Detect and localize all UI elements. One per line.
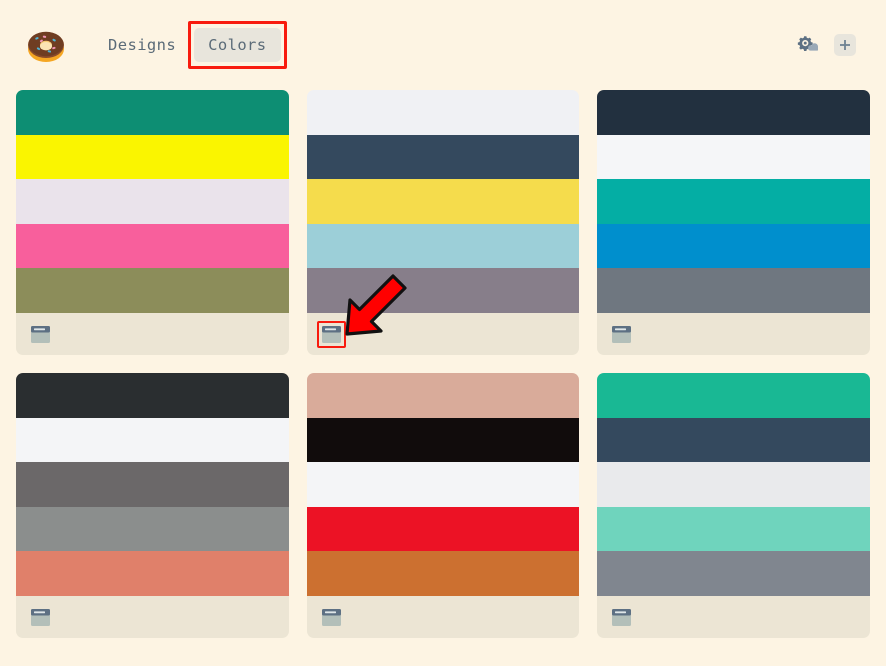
color-swatch[interactable]: [16, 179, 289, 224]
color-swatch[interactable]: [306, 179, 580, 224]
color-swatch[interactable]: [306, 373, 580, 418]
color-swatch[interactable]: [16, 373, 289, 418]
color-swatch[interactable]: [597, 506, 870, 552]
color-swatch[interactable]: [597, 417, 870, 463]
color-swatch[interactable]: [16, 90, 289, 135]
donut-icon: [24, 24, 68, 66]
palette-card-footer: [306, 313, 580, 355]
color-swatch[interactable]: [16, 506, 289, 552]
add-button[interactable]: [834, 34, 856, 56]
palette-swatches: [597, 90, 870, 313]
window-icon-wrapper: [28, 606, 53, 629]
tab-designs[interactable]: Designs: [94, 28, 190, 62]
color-swatch[interactable]: [306, 417, 580, 463]
tab-colors[interactable]: Colors: [194, 28, 281, 62]
color-swatch[interactable]: [16, 417, 289, 463]
color-swatch[interactable]: [597, 134, 870, 180]
color-swatch[interactable]: [597, 179, 870, 224]
window-icon[interactable]: [612, 608, 632, 626]
window-icon[interactable]: [31, 325, 50, 343]
settings-cloud-icon[interactable]: [796, 34, 818, 56]
nav-tabs: Designs Colors: [94, 21, 287, 69]
color-swatch[interactable]: [597, 373, 870, 418]
color-swatch[interactable]: [16, 268, 289, 313]
color-swatch[interactable]: [597, 551, 870, 596]
window-icon[interactable]: [321, 325, 341, 343]
palette-card[interactable]: [597, 373, 870, 638]
color-swatch[interactable]: [597, 223, 870, 269]
window-icon[interactable]: [31, 608, 50, 626]
color-swatch[interactable]: [16, 551, 289, 596]
palette-swatches: [306, 90, 580, 313]
window-icon-wrapper: [28, 323, 53, 346]
palette-card[interactable]: [16, 373, 289, 638]
color-swatch[interactable]: [306, 268, 580, 313]
palette-swatches: [16, 90, 289, 313]
palette-swatches: [16, 373, 289, 596]
palette-card-footer: [16, 313, 289, 355]
color-swatch[interactable]: [597, 462, 870, 507]
header-actions: [796, 34, 856, 56]
color-swatch[interactable]: [16, 462, 289, 507]
color-swatch[interactable]: [16, 134, 289, 180]
window-icon-wrapper: [609, 606, 634, 629]
palette-card[interactable]: [597, 90, 870, 355]
palette-card[interactable]: [306, 373, 580, 638]
top-navigation-bar: Designs Colors: [0, 0, 886, 90]
color-swatch[interactable]: [306, 90, 580, 135]
color-swatch[interactable]: [306, 506, 580, 552]
color-swatch[interactable]: [306, 223, 580, 269]
colors-tab-highlight: Colors: [188, 21, 287, 69]
color-swatch[interactable]: [306, 462, 580, 507]
palette-swatches: [597, 373, 870, 596]
color-swatch[interactable]: [306, 551, 580, 596]
window-icon[interactable]: [612, 325, 632, 343]
window-icon-wrapper-highlighted: [316, 320, 346, 348]
palette-card-footer: [597, 313, 870, 355]
window-icon[interactable]: [321, 608, 341, 626]
palette-card[interactable]: [16, 90, 289, 355]
color-swatch[interactable]: [597, 90, 870, 135]
color-swatch[interactable]: [597, 268, 870, 313]
palette-card-footer: [597, 596, 870, 638]
palette-grid: [0, 90, 886, 638]
window-icon-wrapper: [319, 606, 344, 629]
color-swatch[interactable]: [16, 223, 289, 269]
palette-card-footer: [16, 596, 289, 638]
color-swatch[interactable]: [306, 134, 580, 180]
palette-card[interactable]: [306, 90, 580, 355]
palette-card-footer: [306, 596, 580, 638]
palette-swatches: [306, 373, 580, 596]
window-icon-wrapper: [609, 323, 634, 346]
